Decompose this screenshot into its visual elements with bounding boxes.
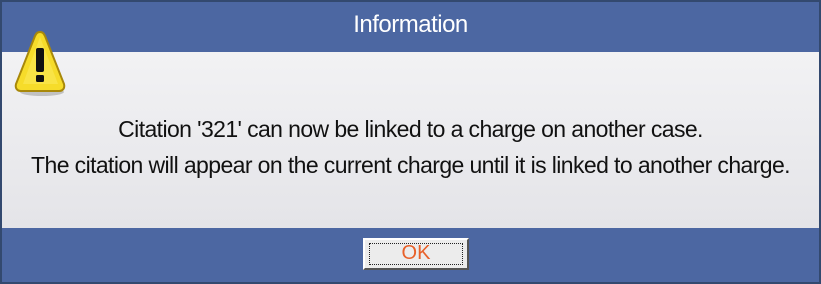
dialog-footer: OK: [2, 228, 819, 282]
dialog-title: Information: [353, 11, 468, 38]
dialog-titlebar: Information: [2, 2, 819, 52]
information-dialog: Information Citation '321' can now be li…: [0, 0, 821, 284]
dialog-body: Citation '321' can now be linked to a ch…: [2, 52, 819, 228]
message-line-1: Citation '321' can now be linked to a ch…: [118, 116, 703, 142]
ok-button[interactable]: OK: [363, 238, 469, 270]
ok-button-label: OK: [401, 242, 431, 264]
message-line-2: The citation will appear on the current …: [31, 152, 791, 178]
warning-icon: [14, 30, 66, 96]
